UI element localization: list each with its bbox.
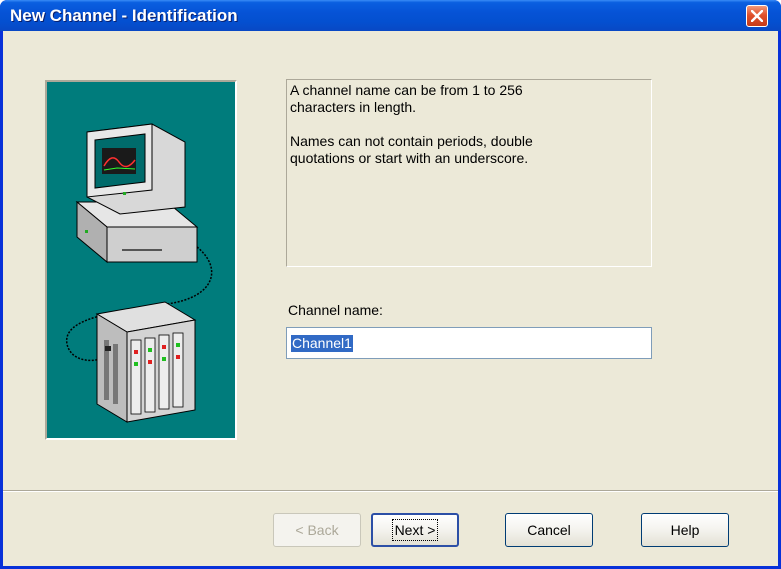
info-rules-text: Names can not contain periods, double qu… (290, 133, 533, 166)
help-button-label: Help (670, 522, 700, 538)
back-button-label: < Back (295, 522, 339, 538)
close-icon (751, 10, 763, 22)
help-button[interactable]: Help (641, 513, 729, 547)
channel-name-info-box: A channel name can be from 1 to 256 char… (286, 79, 652, 267)
title-bar[interactable]: New Channel - Identification (0, 0, 781, 31)
computer-network-illustration (66, 123, 213, 423)
back-button[interactable]: < Back (273, 513, 361, 547)
close-button[interactable] (746, 5, 768, 27)
channel-name-label: Channel name: (288, 302, 383, 318)
window-title: New Channel - Identification (10, 6, 238, 25)
cancel-button[interactable]: Cancel (505, 513, 593, 547)
next-button-label: Next > (391, 519, 439, 541)
info-length-text: A channel name can be from 1 to 256 char… (290, 82, 523, 115)
dialog-client-area: A channel name can be from 1 to 256 char… (3, 31, 778, 566)
dialog-window: New Channel - Identification A channel n… (0, 0, 781, 569)
cancel-button-label: Cancel (527, 522, 571, 538)
button-divider (3, 490, 778, 492)
channel-name-value[interactable]: Channel1 (290, 334, 354, 353)
channel-name-input[interactable]: Channel1 (286, 327, 652, 359)
next-button[interactable]: Next > (371, 513, 459, 547)
illustration-panel (45, 80, 237, 440)
